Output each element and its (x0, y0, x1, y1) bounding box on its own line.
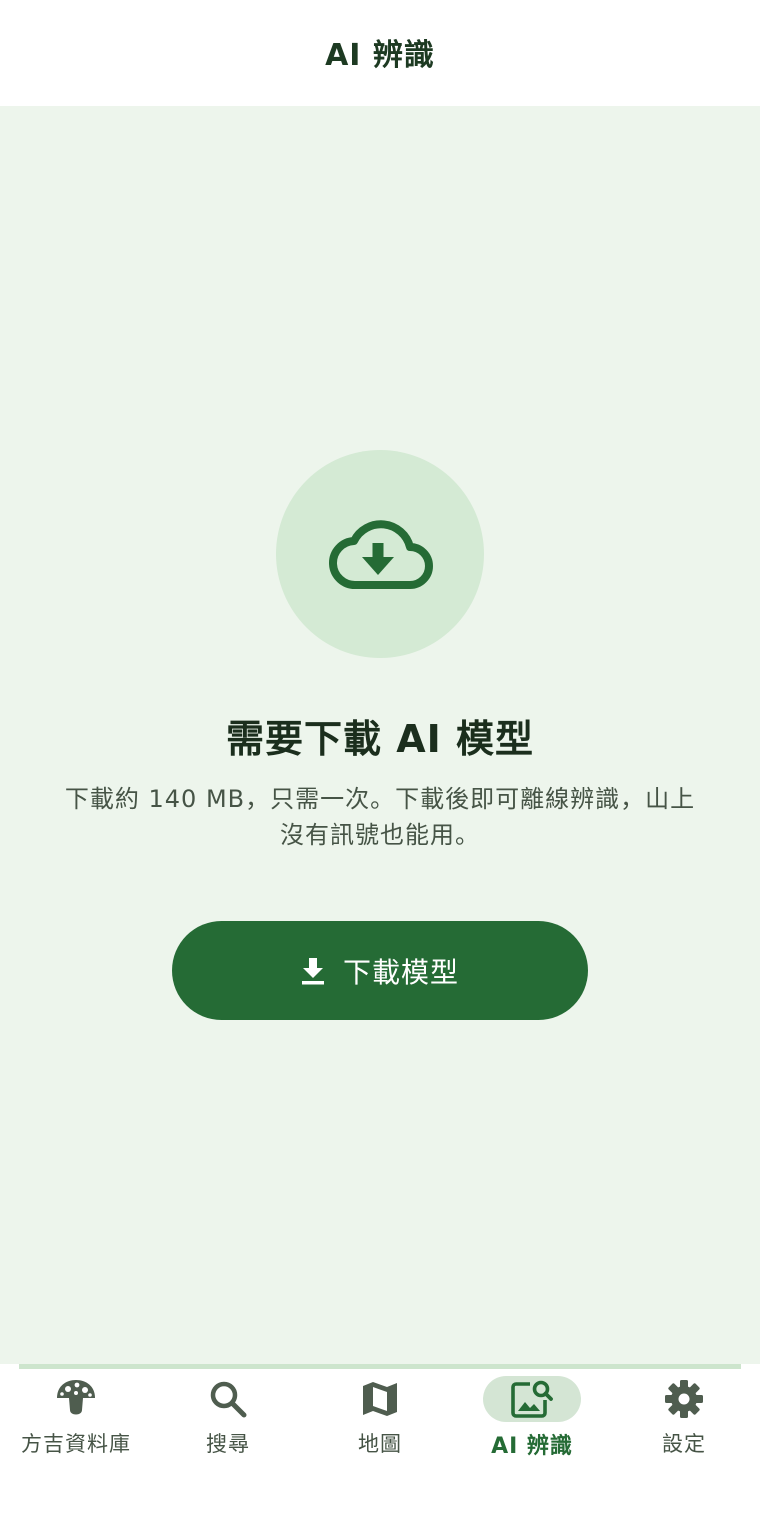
nav-label-database: 方吉資料庫 (21, 1432, 131, 1456)
top-app-bar: AI 辨識 (0, 0, 760, 106)
nav-item-map[interactable]: 地圖 (304, 1376, 456, 1466)
mushroom-icon (57, 1380, 95, 1415)
app-root: AI 辨識 需要下載 AI 模型 下載約 140 MB，只需一次。下載後即可離線… (0, 0, 760, 1535)
nav-label-search: 搜尋 (206, 1432, 250, 1456)
gear-icon (665, 1380, 703, 1418)
cloud-download-icon (329, 520, 433, 589)
page-title: AI 辨識 (325, 38, 435, 73)
nav-icon-wrap (27, 1376, 125, 1422)
map-icon (363, 1382, 397, 1416)
bottom-navigation: 方吉資料庫 搜尋 地圖 AI 辨識 設定 (0, 1364, 760, 1535)
download-icon (301, 957, 324, 984)
download-headline: 需要下載 AI 模型 (225, 717, 534, 761)
nav-item-database[interactable]: 方吉資料庫 (0, 1376, 152, 1466)
download-button-label: 下載模型 (342, 955, 459, 989)
nav-item-search[interactable]: 搜尋 (152, 1376, 304, 1466)
nav-item-ai-identify[interactable]: AI 辨識 (456, 1376, 608, 1466)
search-icon (210, 1381, 247, 1418)
nav-active-indicator (483, 1376, 581, 1422)
download-model-button[interactable]: 下載模型 (172, 921, 588, 1020)
main-content: 需要下載 AI 模型 下載約 140 MB，只需一次。下載後即可離線辨識，山上沒… (0, 106, 760, 1364)
icon-circle (276, 450, 484, 658)
nav-icon-wrap (635, 1376, 733, 1422)
download-description: 下載約 140 MB，只需一次。下載後即可離線辨識，山上沒有訊號也能用。 (64, 785, 696, 849)
nav-divider (19, 1364, 741, 1369)
nav-label-ai-identify: AI 辨識 (491, 1434, 573, 1459)
nav-label-map: 地圖 (358, 1432, 402, 1456)
image-search-icon (511, 1380, 553, 1418)
nav-label-settings: 設定 (662, 1432, 706, 1456)
nav-item-settings[interactable]: 設定 (608, 1376, 760, 1466)
nav-icon-wrap (179, 1376, 277, 1422)
nav-icon-wrap (331, 1376, 429, 1422)
